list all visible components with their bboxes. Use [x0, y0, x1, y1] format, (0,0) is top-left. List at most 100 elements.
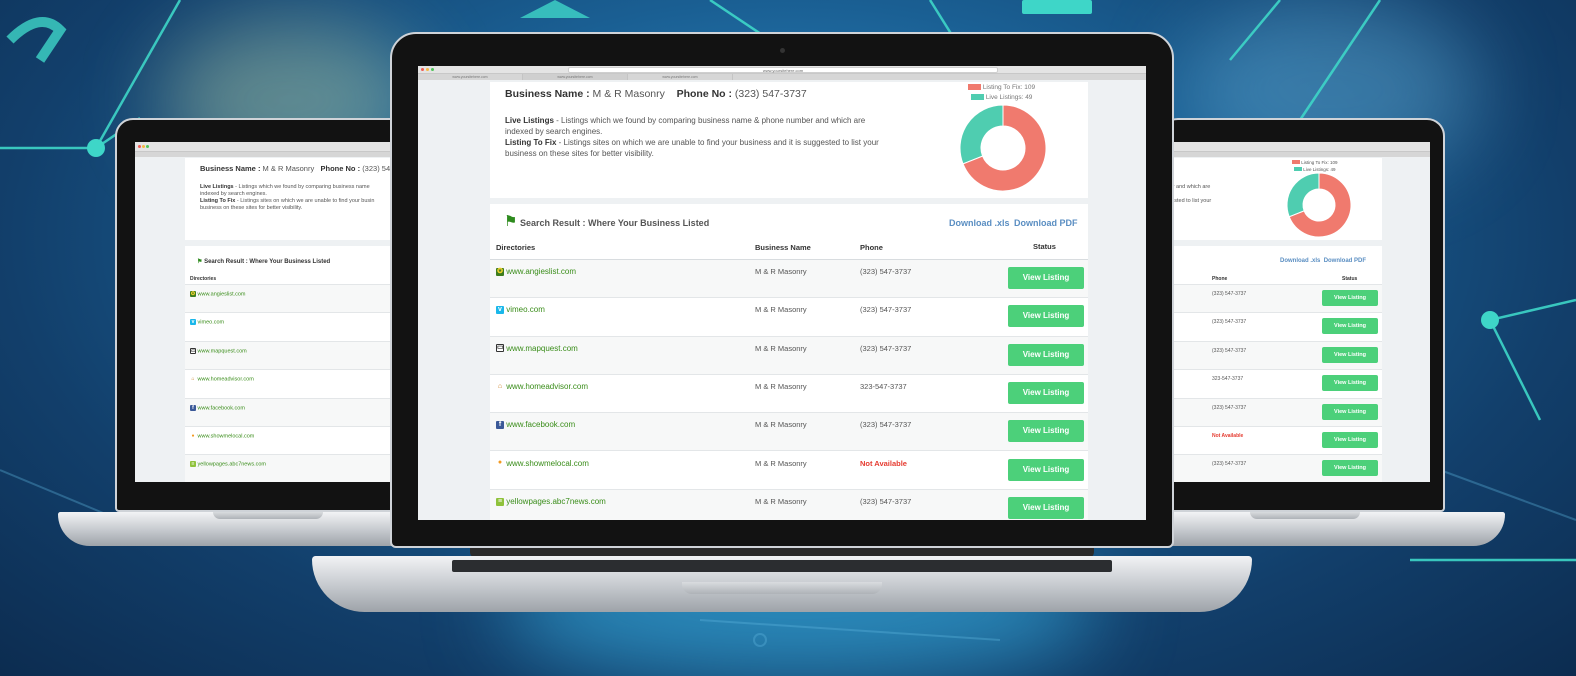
directory-link[interactable]: ⌂ www.homeadvisor.com: [496, 382, 588, 391]
phone-cell: (323) 547-3737: [1212, 291, 1247, 297]
results-title: ⚑ Search Result : Where Your Business Li…: [197, 259, 331, 265]
table-row: v vimeo.com M & R Masonry (323) 547-3737 Vi…: [490, 298, 1088, 337]
left-laptop-lid: Business Name : M & R Masonry Phone No :…: [115, 118, 415, 512]
view-listing-button[interactable]: View Listing: [1322, 432, 1378, 448]
vimeo-icon: v: [496, 306, 504, 315]
browser-tab[interactable]: www.yoursitehere.com: [418, 74, 523, 80]
directory-link[interactable]: ● www.showmelocal.com: [190, 433, 254, 439]
business-info-card: Business Name : M & R Masonry Phone No :…: [185, 158, 413, 240]
directory-link[interactable]: ● www.showmelocal.com: [496, 459, 589, 468]
view-listing-button[interactable]: View Listing: [1008, 343, 1084, 366]
business-info-card: mber and which are uggested to list your…: [1162, 158, 1382, 240]
slice-live-listings[interactable]: [959, 104, 1004, 165]
directory-link[interactable]: ✪ www.angieslist.com: [496, 267, 576, 276]
column-header-phone: Phone: [860, 243, 883, 252]
maximize-window-icon[interactable]: [431, 68, 434, 71]
search-results-card: ⚑ Search Result : Where Your Business Li…: [490, 204, 1088, 520]
phone-cell: (323) 547-3737: [1212, 319, 1247, 326]
green-flag-icon: ⚑: [504, 213, 518, 230]
browser-toolbar: [1162, 142, 1430, 152]
business-name-cell: M & R Masonry: [755, 381, 807, 391]
phone-cell: (323) 547-3737: [860, 343, 912, 353]
table-row: f www.facebook.com M & R Masonry (323) 547…: [490, 413, 1088, 452]
listing-donut-chart: [1286, 172, 1352, 238]
business-name-line: Business Name : M & R Masonry Phone No :…: [505, 88, 807, 100]
trackpad-notch: [682, 582, 882, 594]
business-name-line: Business Name : M & R Masonry Phone No :…: [200, 164, 395, 173]
browser-tabs: [1162, 152, 1430, 157]
view-listing-button[interactable]: View Listing: [1008, 420, 1084, 443]
yellowpages-icon: ≡: [496, 497, 504, 506]
phone-cell: (323) 547-3737: [860, 305, 912, 315]
business-name-cell: M & R Masonry: [755, 420, 807, 430]
mapquest-icon: ▭: [496, 344, 504, 353]
view-listing-button[interactable]: View Listing: [1322, 375, 1378, 392]
business-name-cell: M & R Masonry: [755, 343, 807, 353]
directory-link[interactable]: ⌂ www.homeadvisor.com: [190, 376, 254, 383]
view-listing-button[interactable]: View Listing: [1322, 290, 1378, 306]
view-listing-button[interactable]: View Listing: [1322, 346, 1378, 363]
results-title: ⚑ Search Result : Where Your Business Li…: [504, 213, 710, 230]
directory-link[interactable]: ≡ yellowpages.abc7news.com: [190, 461, 266, 468]
directory-link[interactable]: f www.facebook.com: [190, 404, 245, 411]
left-laptop-screen: Business Name : M & R Masonry Phone No :…: [135, 142, 413, 482]
homeadvisor-icon: ⌂: [496, 382, 504, 391]
business-name-cell: M & R Masonry: [755, 305, 807, 315]
phone-cell: Not Available: [1212, 433, 1244, 439]
directory-link[interactable]: ✪ www.angieslist.com: [190, 291, 246, 297]
close-window-icon[interactable]: [421, 68, 424, 71]
view-listing-button[interactable]: View Listing: [1008, 458, 1084, 481]
legend-swatch: [968, 84, 981, 91]
table-row: 323-547-3737 View Listing: [1162, 370, 1382, 399]
table-row: (323) 547-3737 View Listing: [1162, 455, 1382, 482]
search-results-card: Download .xls Download PDF Phone Status …: [1162, 246, 1382, 482]
column-header-directories: Directories: [496, 243, 536, 252]
phone-cell: Not Available: [860, 458, 907, 468]
directory-link[interactable]: ▭ www.mapquest.com: [190, 347, 247, 354]
table-row: ⌂ www.homeadvisor.com: [185, 370, 413, 399]
business-name-cell: M & R Masonry: [755, 458, 807, 468]
view-listing-button[interactable]: View Listing: [1008, 267, 1084, 289]
download-xls-link[interactable]: Download .xls Download PDF: [1280, 258, 1366, 264]
phone-cell: (323) 547-3737: [1212, 347, 1247, 354]
main-laptop-base: [312, 556, 1252, 612]
right-laptop-lid: mber and which are uggested to list your…: [1160, 118, 1445, 512]
table-row: (323) 547-3737 View Listing: [1162, 285, 1382, 314]
view-listing-button[interactable]: View Listing: [1322, 460, 1378, 477]
browser-tab[interactable]: www.yoursitehere.com: [523, 74, 628, 80]
table-row: v vimeo.com: [185, 313, 413, 342]
table-row: ≡ yellowpages.abc7news.com: [185, 455, 413, 482]
live-listings-description: Live Listings - Listings which we found …: [505, 116, 866, 125]
listing-to-fix-description: Listing To Fix - Listings sites on which…: [505, 138, 879, 147]
directory-link[interactable]: ≡ yellowpages.abc7news.com: [496, 497, 606, 506]
directory-link[interactable]: v vimeo.com: [496, 305, 545, 314]
view-listing-button[interactable]: View Listing: [1322, 403, 1378, 420]
directory-link[interactable]: ▭ www.mapquest.com: [496, 344, 578, 353]
business-info-card: Business Name : M & R Masonry Phone No :…: [490, 82, 1088, 198]
view-listing-button[interactable]: View Listing: [1322, 318, 1378, 335]
browser-tabs: [135, 152, 413, 157]
column-header-status: Status: [1033, 242, 1056, 251]
main-laptop-lid: www.yoursitehere.com www.yoursitehere.co…: [390, 32, 1174, 548]
browser-tabs: www.yoursitehere.com www.yoursitehere.co…: [418, 74, 1146, 80]
business-name-cell: M & R Masonry: [755, 267, 807, 276]
address-bar[interactable]: www.yoursitehere.com: [568, 67, 998, 73]
view-listing-button[interactable]: View Listing: [1008, 496, 1084, 519]
table-row: ▭ www.mapquest.com: [185, 341, 413, 371]
table-row: ⌂ www.homeadvisor.com M & R Masonry 323-54…: [490, 374, 1088, 414]
slice-live-listings[interactable]: [1286, 172, 1320, 218]
business-name-cell: M & R Masonry: [755, 496, 807, 506]
phone-cell: (323) 547-3737: [860, 420, 912, 430]
directory-link[interactable]: f www.facebook.com: [496, 420, 575, 429]
download-pdf-link[interactable]: Download PDF: [1014, 218, 1078, 228]
phone-cell: (323) 547-3737: [1212, 404, 1247, 411]
minimize-window-icon[interactable]: [426, 68, 429, 71]
view-listing-button[interactable]: View Listing: [1008, 381, 1084, 404]
table-row: f www.facebook.com: [185, 398, 413, 427]
view-listing-button[interactable]: View Listing: [1008, 305, 1084, 328]
table-row: (323) 547-3737 View Listing: [1162, 341, 1382, 371]
directory-link[interactable]: v vimeo.com: [190, 319, 224, 326]
browser-tab[interactable]: www.yoursitehere.com: [628, 74, 733, 80]
download-xls-link[interactable]: Download .xls: [949, 218, 1010, 228]
phone-cell: (323) 547-3737: [860, 267, 912, 276]
